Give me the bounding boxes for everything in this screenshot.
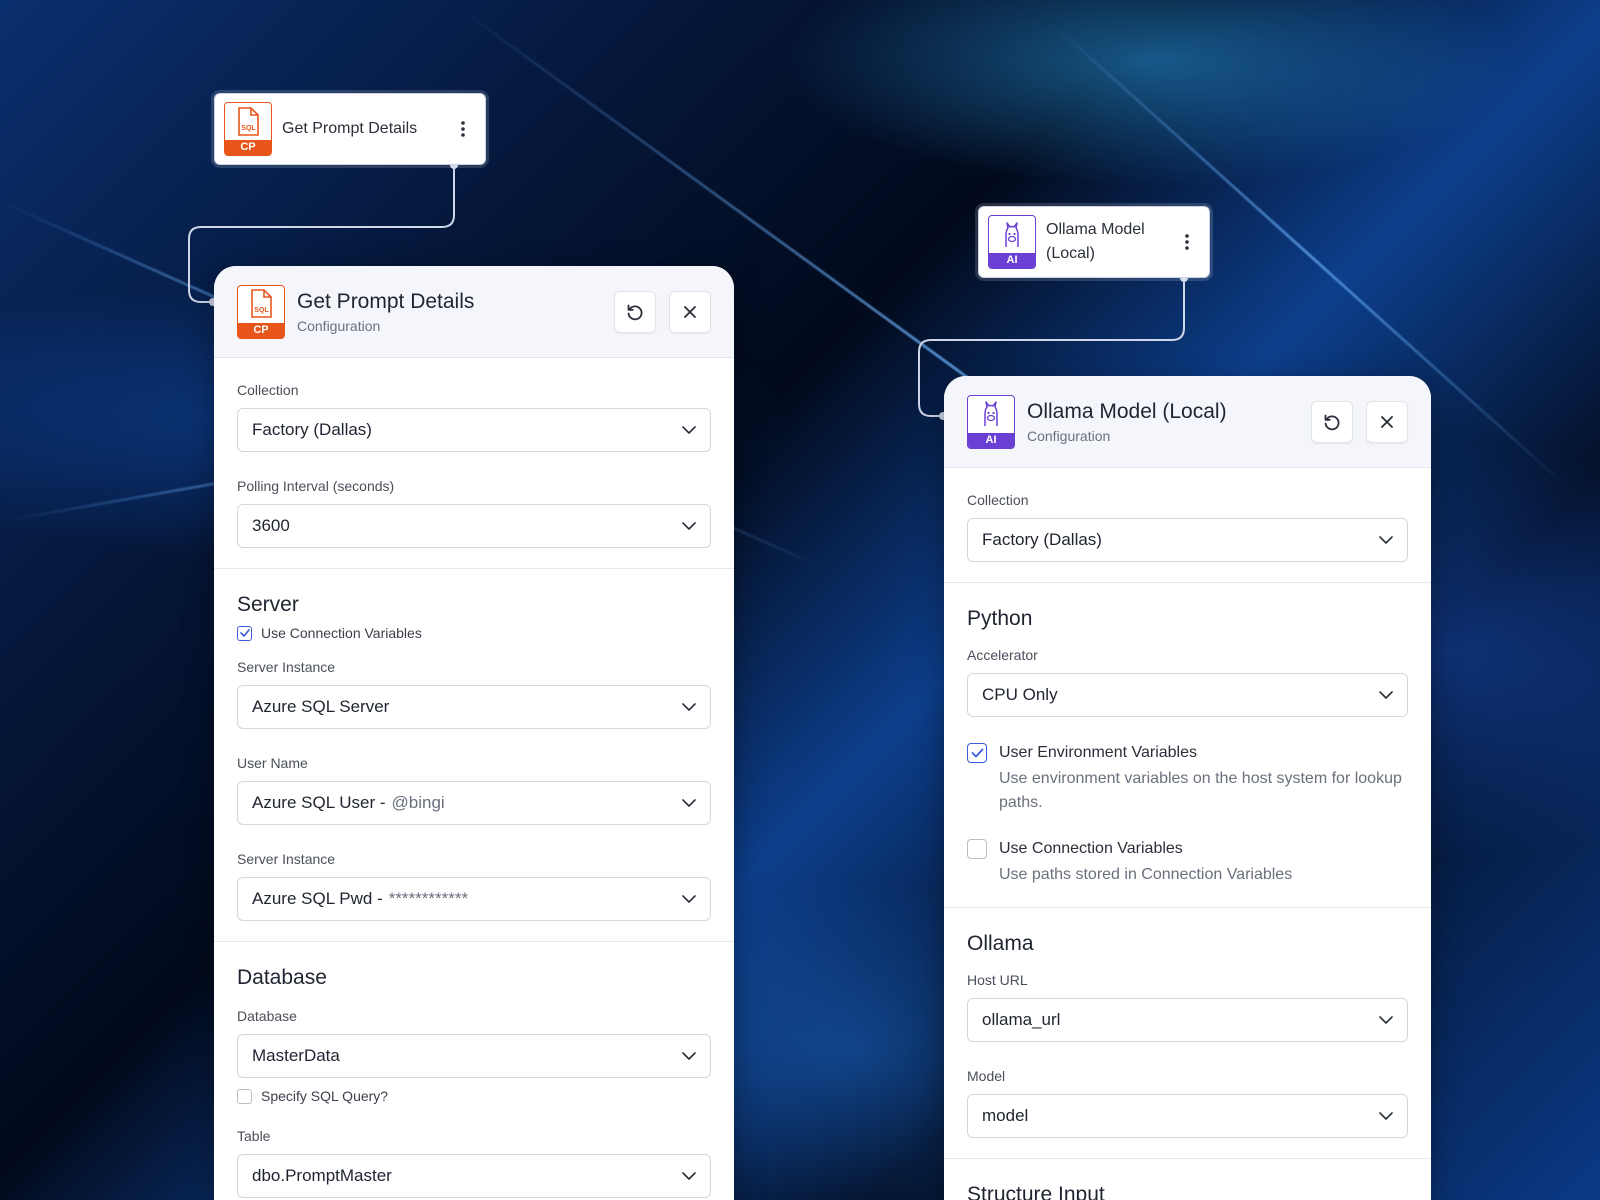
- config-panel-ollama-model: AI Ollama Model (Local) Configuration Co…: [944, 376, 1431, 1200]
- accelerator-select[interactable]: CPU Only: [967, 673, 1408, 717]
- specify-sql-query-checkbox[interactable]: Specify SQL Query?: [237, 1088, 711, 1104]
- chevron-down-icon: [682, 703, 696, 711]
- use-connection-variables-checkbox[interactable]: Use Connection Variables: [237, 625, 711, 641]
- svg-text:SQL: SQL: [254, 307, 269, 314]
- more-options-icon[interactable]: [1175, 230, 1199, 254]
- llama-icon: [1005, 221, 1019, 247]
- chevron-down-icon: [682, 1052, 696, 1060]
- llama-icon: [984, 401, 998, 426]
- section-title: Ollama: [967, 932, 1034, 955]
- database-select[interactable]: MasterData: [237, 1034, 711, 1078]
- reset-icon: [1324, 414, 1340, 430]
- panel-title: Get Prompt Details: [297, 289, 475, 313]
- chevron-down-icon: [1379, 536, 1393, 544]
- reset-button[interactable]: [614, 290, 656, 333]
- checkbox-unchecked-icon: [967, 839, 987, 859]
- sql-file-icon: SQL: [251, 289, 272, 318]
- badge-label: CP: [225, 140, 271, 155]
- user-name-select[interactable]: Azure SQL User - @bingi: [237, 781, 711, 825]
- chevron-down-icon: [682, 522, 696, 530]
- table-select[interactable]: dbo.PromptMaster: [237, 1154, 711, 1198]
- polling-interval-select[interactable]: 3600: [237, 504, 711, 548]
- sql-file-icon: SQL: [238, 106, 259, 136]
- general-section: Collection Factory (Dallas): [944, 468, 1431, 583]
- database-section: Database Database MasterData Specify SQL…: [214, 942, 734, 1198]
- chevron-down-icon: [682, 1172, 696, 1180]
- reset-icon: [627, 304, 643, 320]
- collection-select[interactable]: Factory (Dallas): [967, 518, 1408, 562]
- sql-badge: SQL CP: [237, 284, 285, 339]
- collection-label: Collection: [967, 492, 1029, 508]
- server-instance-select[interactable]: Azure SQL Server: [237, 685, 711, 729]
- panel-subtitle: Configuration: [297, 317, 381, 334]
- more-options-icon[interactable]: [451, 117, 475, 141]
- node-get-prompt-details[interactable]: SQL CP Get Prompt Details: [214, 93, 486, 165]
- node-title: Get Prompt Details: [282, 120, 418, 137]
- polling-label: Polling Interval (seconds): [237, 478, 395, 494]
- server-section: Server Use Connection Variables Server I…: [214, 569, 734, 942]
- node-ollama-model[interactable]: AI Ollama Model (Local): [978, 206, 1210, 278]
- python-section: Python Accelerator CPU Only User Environ…: [944, 583, 1431, 908]
- chevron-down-icon: [1379, 1112, 1393, 1120]
- section-title: Structure Input: [967, 1183, 1105, 1200]
- chevron-down-icon: [682, 895, 696, 903]
- user-environment-variables-checkbox[interactable]: User Environment Variables Use environme…: [967, 743, 1408, 815]
- panel-title: Ollama Model (Local): [1027, 399, 1227, 423]
- ai-badge: AI: [967, 394, 1015, 449]
- badge-label: AI: [968, 432, 1014, 448]
- server-instance-label: Server Instance: [237, 659, 336, 675]
- chevron-down-icon: [1379, 691, 1393, 699]
- ai-badge: AI: [988, 215, 1036, 269]
- reset-button[interactable]: [1311, 400, 1353, 443]
- node-title: Ollama Model (Local): [1046, 221, 1145, 262]
- section-title: Server: [237, 593, 299, 616]
- chevron-down-icon: [682, 426, 696, 434]
- database-label: Database: [237, 1008, 297, 1024]
- accelerator-label: Accelerator: [967, 647, 1038, 663]
- config-panel-get-prompt-details: SQL CP Get Prompt Details Configuration …: [214, 266, 734, 1200]
- table-label: Table: [237, 1128, 271, 1144]
- close-button[interactable]: [1366, 400, 1408, 443]
- checkbox-checked-icon: [967, 743, 987, 763]
- model-label: Model: [967, 1068, 1006, 1084]
- password-label: Server Instance: [237, 851, 336, 867]
- user-name-label: User Name: [237, 755, 308, 771]
- close-button[interactable]: [669, 290, 711, 333]
- close-icon: [1381, 415, 1393, 428]
- collection-select[interactable]: Factory (Dallas): [237, 408, 711, 452]
- host-url-select[interactable]: ollama_url: [967, 998, 1408, 1042]
- panel-header: AI Ollama Model (Local) Configuration: [944, 376, 1431, 468]
- host-url-label: Host URL: [967, 972, 1028, 988]
- svg-text:SQL: SQL: [241, 125, 256, 132]
- collection-label: Collection: [237, 382, 299, 398]
- chevron-down-icon: [682, 799, 696, 807]
- section-title: Python: [967, 607, 1033, 630]
- use-connection-variables-checkbox[interactable]: Use Connection Variables Use paths store…: [967, 839, 1408, 887]
- sql-badge: SQL CP: [224, 102, 272, 156]
- model-select[interactable]: model: [967, 1094, 1408, 1138]
- badge-label: CP: [238, 322, 284, 338]
- chevron-down-icon: [1379, 1016, 1393, 1024]
- checkbox-checked-icon: [237, 625, 252, 641]
- close-icon: [684, 305, 696, 318]
- panel-header: SQL CP Get Prompt Details Configuration: [214, 266, 734, 358]
- section-title: Database: [237, 966, 327, 989]
- badge-label: AI: [989, 253, 1035, 268]
- checkbox-unchecked-icon: [237, 1088, 252, 1104]
- general-section: Collection Factory (Dallas) Polling Inte…: [214, 358, 734, 569]
- structure-input-section: Structure Input: [944, 1159, 1431, 1200]
- password-select[interactable]: Azure SQL Pwd - ************: [237, 877, 711, 921]
- panel-subtitle: Configuration: [1027, 427, 1111, 444]
- ollama-section: Ollama Host URL ollama_url Model model: [944, 908, 1431, 1159]
